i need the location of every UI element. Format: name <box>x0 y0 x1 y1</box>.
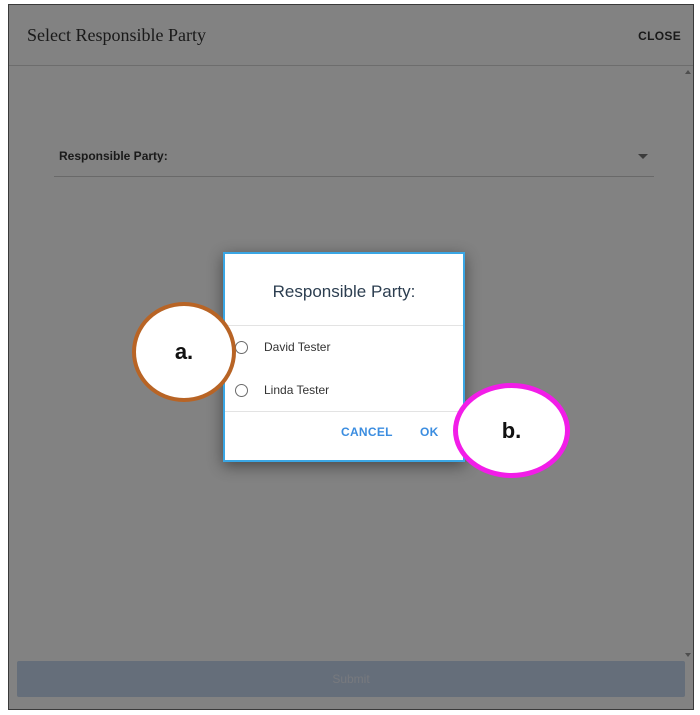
responsible-party-dialog: Responsible Party: David Tester Linda Te… <box>223 252 465 462</box>
dialog-divider <box>225 325 463 326</box>
dialog-title: Responsible Party: <box>272 282 416 301</box>
radio-option-david-tester[interactable]: David Tester <box>235 339 435 359</box>
option-label: David Tester <box>264 340 331 354</box>
option-label: Linda Tester <box>264 383 330 397</box>
callout-b: b. <box>453 383 570 478</box>
cancel-button[interactable]: CANCEL <box>341 425 393 439</box>
dialog-divider <box>225 411 463 412</box>
callout-a: a. <box>132 302 236 402</box>
radio-button-icon[interactable] <box>235 384 248 397</box>
radio-button-icon[interactable] <box>235 341 248 354</box>
radio-option-linda-tester[interactable]: Linda Tester <box>235 382 435 402</box>
ok-button[interactable]: OK <box>420 425 439 439</box>
